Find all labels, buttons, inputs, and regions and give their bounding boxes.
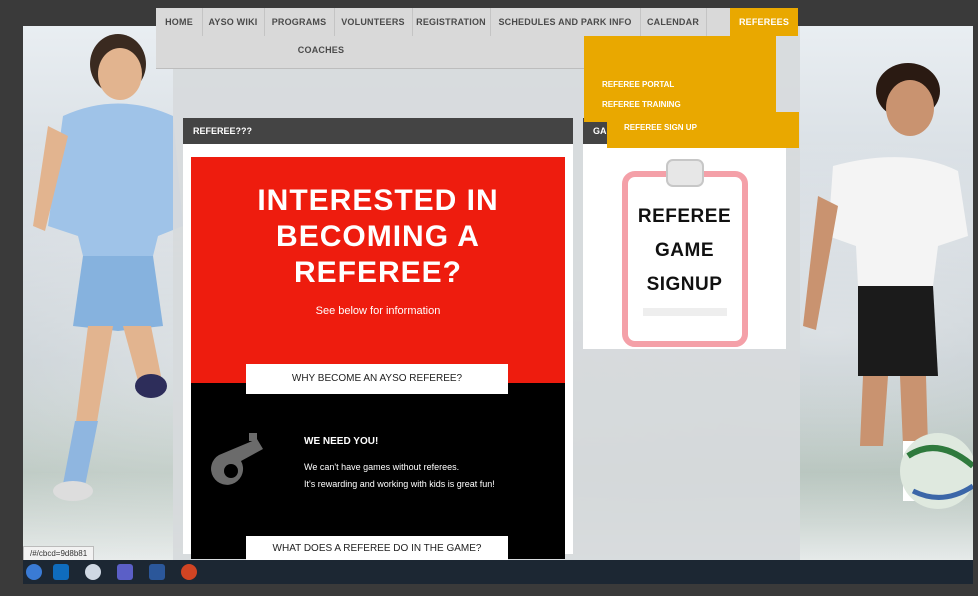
word-icon[interactable] bbox=[149, 564, 165, 580]
player-boy-image bbox=[803, 63, 973, 509]
powerpoint-icon[interactable] bbox=[181, 564, 197, 580]
need-line-2: It's rewarding and working with kids is … bbox=[304, 479, 495, 489]
need-line-1: We can't have games without referees. bbox=[304, 462, 460, 472]
nav-programs[interactable]: PROGRAMS bbox=[264, 8, 335, 36]
windows-start-icon[interactable] bbox=[26, 564, 42, 580]
clipboard-text-line-3: SIGNUP bbox=[646, 274, 723, 295]
game-signup-panel-title: GA bbox=[593, 126, 607, 136]
referee-panel-title: REFEREE??? bbox=[193, 126, 253, 136]
nav-registration[interactable]: REGISTRATION bbox=[412, 8, 491, 36]
nav-referees[interactable]: REFEREES bbox=[730, 8, 798, 36]
interested-banner: INTERESTED IN BECOMING A REFEREE? See be… bbox=[191, 157, 565, 383]
dropdown-referee-training[interactable]: REFEREE TRAINING bbox=[602, 100, 681, 109]
nav-schedules[interactable]: SCHEDULES AND PARK INFO bbox=[490, 8, 641, 36]
headline-subtitle: See below for information bbox=[315, 305, 441, 317]
we-need-you-title: WE NEED YOU! bbox=[304, 436, 379, 447]
taskbar bbox=[23, 560, 973, 584]
whistle-icon bbox=[211, 433, 263, 485]
what-does-referee-do-button[interactable]: WHAT DOES A REFEREE DO IN THE GAME? bbox=[246, 536, 508, 560]
dropdown-referee-sign-up[interactable]: REFEREE SIGN UP bbox=[624, 123, 697, 132]
game-signup-panel-body[interactable]: REFEREE GAME SIGNUP bbox=[583, 144, 786, 349]
nav-home[interactable]: HOME bbox=[156, 8, 203, 36]
dropdown-referee-portal[interactable]: REFEREE PORTAL bbox=[602, 80, 674, 89]
nav-ayso-wiki[interactable]: AYSO WIKI bbox=[202, 8, 265, 36]
headline-line-3: REFEREE? bbox=[293, 256, 463, 289]
headline-line-1: INTERESTED IN bbox=[257, 184, 499, 217]
teams-icon[interactable] bbox=[117, 564, 133, 580]
nav-calendar[interactable]: CALENDAR bbox=[640, 8, 707, 36]
referees-dropdown: REFEREE PORTAL REFEREE TRAINING bbox=[584, 36, 776, 122]
clipboard-text-line-2: GAME bbox=[655, 240, 714, 261]
clipboard-text-line-1: REFEREE bbox=[637, 206, 732, 227]
nav-coaches[interactable]: COACHES bbox=[286, 36, 356, 64]
headline-line-2: BECOMING A bbox=[276, 220, 480, 253]
player-girl-image bbox=[33, 34, 183, 501]
referee-panel-header: REFEREE??? bbox=[183, 118, 573, 150]
browser-icon[interactable] bbox=[85, 564, 101, 580]
nav-volunteers[interactable]: VOLUNTEERS bbox=[334, 8, 413, 36]
why-become-referee-button[interactable]: WHY BECOME AN AYSO REFEREE? bbox=[246, 364, 508, 394]
outlook-icon[interactable] bbox=[53, 564, 69, 580]
